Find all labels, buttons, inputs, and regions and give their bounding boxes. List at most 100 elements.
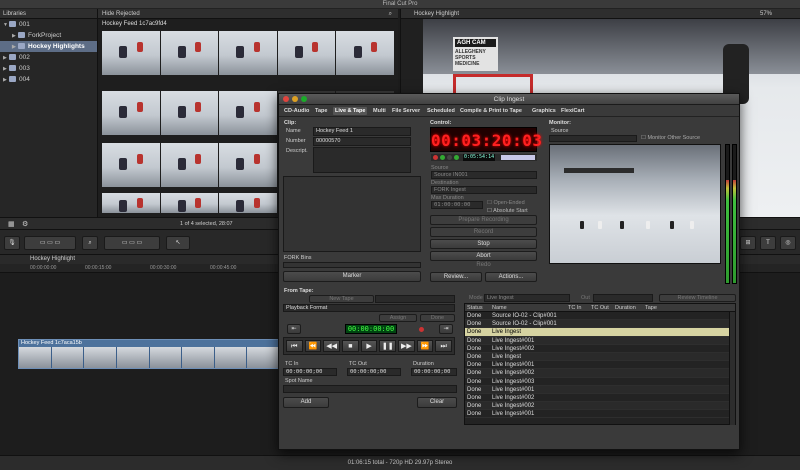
marker-button[interactable]: Marker [283,271,421,282]
library-item-hockey-highlights[interactable]: ▶ Hockey Highlights [0,41,97,52]
goto-start-icon[interactable]: ⏮ [286,340,303,352]
filter-popup[interactable]: Hide Rejected [102,11,140,17]
microphone-icon[interactable]: 🎙 [4,236,20,250]
column-duration[interactable]: Duration [615,305,636,311]
search-icon[interactable]: ⌕ [389,9,392,19]
review-button[interactable]: Review... [430,272,482,282]
column-status[interactable]: Status [467,305,483,311]
titles-icon[interactable]: T [760,236,776,250]
table-scrollbar[interactable] [729,312,735,425]
zoom-icon[interactable]: ⌕ [82,236,98,250]
forward-fast-icon[interactable]: ⏩ [416,340,434,352]
tab-multi[interactable]: Multi [373,108,386,114]
gear-icon[interactable]: ⚙ [22,220,28,228]
goto-out-icon[interactable]: ⇥ [439,324,453,334]
event-icon [9,54,16,60]
column-name[interactable]: Name [492,305,507,311]
clear-button[interactable]: Clear [417,397,457,408]
column-tc-out[interactable]: TC Out [591,305,609,311]
table-row[interactable]: Done Source IO-02 - Clip#001 [465,312,735,321]
description-field[interactable] [313,147,411,173]
table-row[interactable]: Done Source IO-02 - Clip#001 [465,320,735,329]
tc-out-field[interactable]: 00:00:00;00 [347,368,401,376]
table-row[interactable]: Done Live Ingest#002 [465,402,735,411]
play-icon[interactable]: ▶ [360,340,378,352]
name-field[interactable]: Hockey Feed 1 [313,127,411,136]
minimize-icon[interactable] [292,96,298,102]
table-row[interactable]: Done Live Ingest#001 [465,336,735,345]
open-ended-checkbox[interactable]: ☐ Open-Ended [487,200,525,206]
insert-buttons-group[interactable]: ▭ ▭ ▭ [104,236,160,250]
column-tape[interactable]: Tape [645,305,657,311]
actions-button[interactable]: Actions... [485,272,537,282]
table-row[interactable]: Done Live Ingest#003 [465,378,735,386]
stop-button[interactable]: Stop [430,239,537,249]
timeline-clip[interactable]: Hockey Feed 1c7aca15b [18,339,280,369]
rewind-icon[interactable]: ◀◀ [323,340,341,352]
tab-tape[interactable]: Tape [315,108,327,114]
generators-icon[interactable]: ◎ [780,236,796,250]
tab-graphics[interactable]: Graphics [532,108,556,114]
edit-buttons-group[interactable]: ▭ ▭ ▭ [24,236,76,250]
redo-button[interactable]: Redo [430,262,537,270]
source-popup[interactable]: Source IN001 [431,171,537,179]
tab-compile-print[interactable]: Compile & Print to Tape [460,108,522,114]
library-item-002[interactable]: ▶ 002 [0,52,97,63]
library-item-001[interactable]: ▼ 001 [0,19,97,30]
monitor-other-source-checkbox[interactable]: ☐ Monitor Other Source [641,135,700,141]
clip-metadata-area[interactable] [283,176,421,252]
dialog-title: Clip Ingest [493,96,525,103]
table-row[interactable]: Done Live Ingest#001 [465,410,735,419]
tab-live-tape[interactable]: Live & Tape [333,107,368,115]
out-field[interactable] [593,294,653,302]
number-field[interactable]: 00000570 [313,137,411,146]
library-item-003[interactable]: ▶ 003 [0,63,97,74]
playback-format-popup[interactable]: Playback Format [283,304,455,312]
mode-popup[interactable]: Live Ingest [484,294,570,302]
done-button[interactable]: Done [420,314,455,322]
rewind-fast-icon[interactable]: ⏪ [304,340,322,352]
column-tc-in[interactable]: TC In [568,305,581,311]
tc-in-field[interactable]: 00:00:00;00 [283,368,337,376]
record-button[interactable]: Record [430,227,537,237]
tab-scheduled[interactable]: Scheduled [427,108,455,114]
select-tool-icon[interactable]: ↖ [166,236,190,250]
duration-field[interactable]: 00:00:00;00 [411,368,457,376]
tab-cd-audio[interactable]: CD-Audio [284,108,309,114]
clip-appearance-icon[interactable]: ▦ [8,220,15,228]
library-item-004[interactable]: ▶ 004 [0,74,97,85]
abort-button[interactable]: Abort [430,251,537,261]
absolute-start-checkbox[interactable]: ☐ Absolute Start [487,208,528,214]
tape-name-field[interactable] [375,295,455,303]
forward-icon[interactable]: ▶▶ [398,340,415,352]
destination-popup[interactable]: FORK Ingest [431,186,537,194]
fork-bins-field[interactable] [283,262,421,268]
monitor-source-popup[interactable] [549,135,637,142]
viewer-zoom[interactable]: 57% [760,9,772,19]
table-row[interactable]: Done Live Ingest [465,352,735,362]
new-tape-button[interactable]: New Tape [309,295,374,303]
goto-end-icon[interactable]: ⏭ [435,340,453,352]
tab-file-server[interactable]: File Server [392,108,420,114]
prepare-recording-button[interactable]: Prepare Recording [430,215,537,225]
transitions-icon[interactable]: ⊞ [740,236,756,250]
table-row[interactable]: Done Live Ingest#002 [465,394,735,403]
stop-icon[interactable]: ■ [342,340,359,352]
filmstrip-row[interactable] [102,31,394,75]
tab-flexicart[interactable]: FlexiCart [561,108,585,114]
table-row[interactable]: Done Live Ingest#002 [465,369,735,378]
assign-button[interactable]: Assign [379,314,417,322]
review-timeline-button[interactable]: Review Timeline [659,294,736,302]
table-row[interactable]: Done Live Ingest#002 [465,345,735,353]
library-item-forkproject[interactable]: ▶ ForkProject [0,30,97,41]
table-row[interactable]: Done Live Ingest#001 [465,385,735,394]
goto-in-icon[interactable]: ⇤ [287,324,301,334]
max-duration-field[interactable]: 01:00:00:00 [431,201,483,209]
table-row[interactable]: Done Live Ingest#001 [465,361,735,370]
spot-name-field[interactable] [283,385,457,393]
table-row[interactable]: Done Live Ingest [465,328,735,337]
pause-icon[interactable]: ❚❚ [379,340,397,352]
add-button[interactable]: Add [283,397,329,408]
close-icon[interactable] [283,96,289,102]
zoom-window-icon[interactable] [301,96,307,102]
